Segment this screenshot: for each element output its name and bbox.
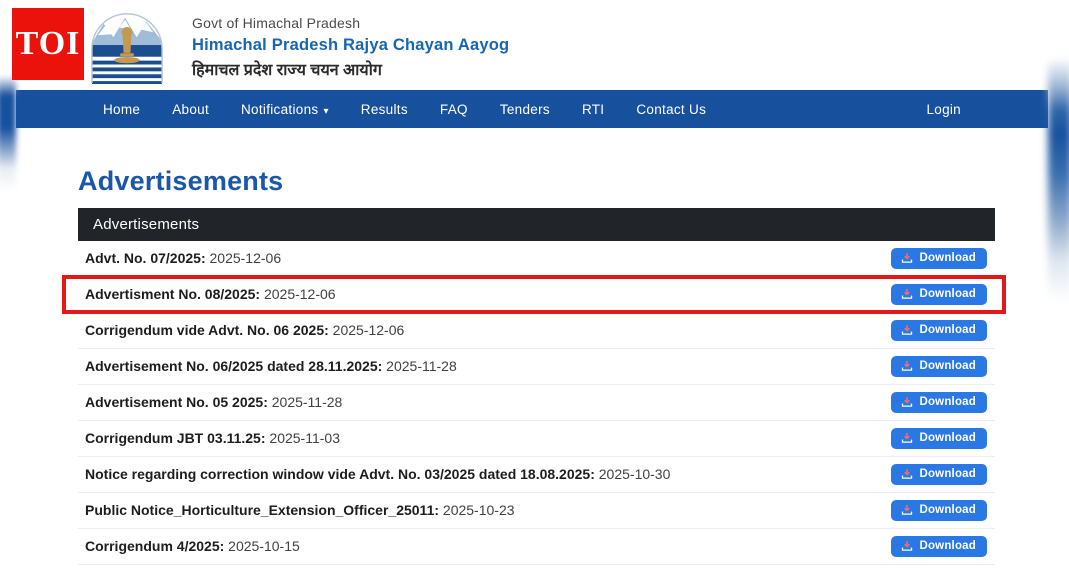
advertisement-title: Notice regarding correction window vide … — [85, 466, 595, 482]
advertisement-title: Advertisement No. 06/2025 dated 28.11.20… — [85, 358, 382, 374]
page: TOI Govt of Himacha — [0, 0, 1069, 580]
advertisement-title: Corrigendum JBT 03.11.25: — [85, 430, 266, 446]
advertisement-title: Public Notice_Horticulture_Extension_Off… — [85, 502, 439, 518]
download-icon — [901, 468, 913, 480]
advertisement-date: 2025-11-28 — [272, 394, 343, 410]
row-text: Advertisement No. 06/2025 dated 28.11.20… — [85, 356, 457, 377]
advertisement-date: 2025-10-30 — [599, 466, 671, 482]
page-title: Advertisements — [78, 166, 995, 197]
advertisement-date: 2025-10-23 — [443, 502, 515, 518]
nav-item-notifications[interactable]: Notifications▾ — [241, 102, 329, 117]
row-text: Corrigendum vide Advt. No. 06 2025: 2025… — [85, 320, 404, 341]
download-icon — [901, 324, 913, 336]
nav-item-contact-us[interactable]: Contact Us — [636, 102, 706, 117]
download-button[interactable]: Download — [891, 392, 987, 413]
table-row: Advt. No. 07/2025: 2025-12-06 Download — [78, 241, 995, 277]
table-row: Corrigendum JBT 03.11.25: 2025-11-03 Dow… — [78, 421, 995, 457]
row-text: Advt. No. 07/2025: 2025-12-06 — [85, 248, 281, 269]
advertisement-title: Corrigendum vide Advt. No. 06 2025: — [85, 322, 329, 338]
advertisement-date: 2025-12-06 — [333, 322, 405, 338]
section-header-label: Advertisements — [93, 216, 199, 233]
download-button-label: Download — [919, 360, 976, 372]
org-name-hindi: हिमाचल प्रदेश राज्य चयन आयोग — [192, 58, 509, 80]
nav-item-about[interactable]: About — [172, 102, 209, 117]
table-row: Advertisement No. 06/2025 dated 28.11.20… — [78, 349, 995, 385]
advertisement-title: Advertisment No. 08/2025: — [85, 286, 260, 302]
row-text: Notice regarding correction window vide … — [85, 464, 670, 485]
table-row: Notice regarding correction window vide … — [78, 457, 995, 493]
download-icon — [901, 540, 913, 552]
site-header: Govt of Himachal Pradesh Himachal Prades… — [0, 0, 1069, 90]
advertisement-title: Corrigendum 4/2025: — [85, 538, 224, 554]
org-name: Himachal Pradesh Rajya Chayan Aayog — [192, 36, 509, 55]
table-row: Public Notice_Horticulture_Extension_Off… — [78, 493, 995, 529]
advertisement-title: Advt. No. 07/2025: — [85, 250, 206, 266]
chevron-down-icon: ▾ — [323, 106, 328, 117]
download-button[interactable]: Download — [891, 536, 987, 557]
advertisement-date: 2025-12-06 — [210, 250, 282, 266]
download-button[interactable]: Download — [891, 500, 987, 521]
row-text: Public Notice_Horticulture_Extension_Off… — [85, 500, 515, 521]
main-content: Advertisements Advertisements Advt. No. … — [78, 128, 995, 565]
row-text: Advertisement No. 05 2025: 2025-11-28 — [85, 392, 342, 413]
download-button-label: Download — [919, 540, 976, 552]
download-button[interactable]: Download — [891, 320, 987, 341]
download-button[interactable]: Download — [891, 248, 987, 269]
brand-text: Govt of Himachal Pradesh Himachal Prades… — [192, 8, 509, 90]
table-row: Advertisment No. 08/2025: 2025-12-06 Dow… — [78, 277, 995, 313]
nav-item-tenders[interactable]: Tenders — [500, 102, 550, 117]
download-button[interactable]: Download — [891, 284, 987, 305]
download-icon — [901, 252, 913, 264]
download-button-label: Download — [919, 396, 976, 408]
advertisement-date: 2025-10-15 — [228, 538, 300, 554]
advertisement-date: 2025-11-03 — [269, 430, 340, 446]
nav-item-home[interactable]: Home — [103, 102, 140, 117]
download-icon — [901, 504, 913, 516]
government-line: Govt of Himachal Pradesh — [192, 15, 509, 31]
download-icon — [901, 288, 913, 300]
nav-item-faq[interactable]: FAQ — [440, 102, 468, 117]
nav-item-rti[interactable]: RTI — [582, 102, 604, 117]
advertisement-list: Advt. No. 07/2025: 2025-12-06 Download A… — [78, 241, 995, 565]
download-icon — [901, 360, 913, 372]
section-header-bar: Advertisements — [78, 208, 995, 241]
toi-logo-text: TOI — [16, 25, 81, 63]
login-link[interactable]: Login — [926, 102, 961, 117]
emblem-logo — [88, 8, 166, 84]
main-nav: Home About Notifications▾ Results FAQ Te… — [16, 90, 1048, 128]
download-button-label: Download — [919, 324, 976, 336]
advertisement-date: 2025-12-06 — [264, 286, 336, 302]
download-icon — [901, 432, 913, 444]
toi-logo: TOI — [12, 8, 84, 80]
row-text: Corrigendum JBT 03.11.25: 2025-11-03 — [85, 428, 340, 449]
download-button-label: Download — [919, 288, 976, 300]
advertisement-title: Advertisement No. 05 2025: — [85, 394, 268, 410]
row-text: Advertisment No. 08/2025: 2025-12-06 — [85, 284, 336, 305]
nav-item-results[interactable]: Results — [361, 102, 408, 117]
advertisement-date: 2025-11-28 — [386, 358, 457, 374]
table-row: Corrigendum vide Advt. No. 06 2025: 2025… — [78, 313, 995, 349]
table-row: Advertisement No. 05 2025: 2025-11-28 Do… — [78, 385, 995, 421]
download-button[interactable]: Download — [891, 356, 987, 377]
download-button[interactable]: Download — [891, 464, 987, 485]
download-button-label: Download — [919, 468, 976, 480]
download-button-label: Download — [919, 252, 976, 264]
table-row: Corrigendum 4/2025: 2025-10-15 Download — [78, 529, 995, 565]
download-icon — [901, 396, 913, 408]
row-text: Corrigendum 4/2025: 2025-10-15 — [85, 536, 300, 557]
download-button-label: Download — [919, 432, 976, 444]
download-button[interactable]: Download — [891, 428, 987, 449]
download-button-label: Download — [919, 504, 976, 516]
